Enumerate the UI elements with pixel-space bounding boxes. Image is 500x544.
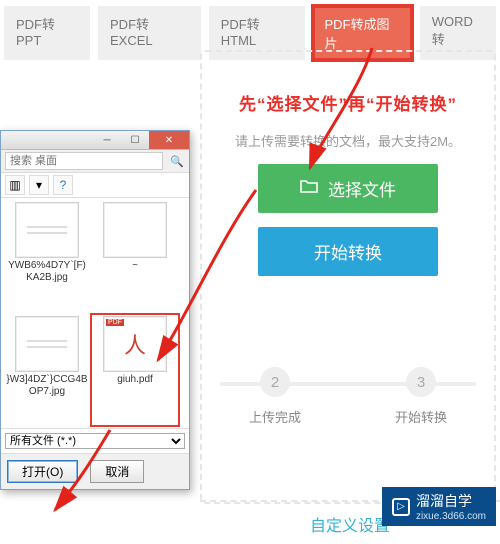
tab-pdf-to-ppt[interactable]: PDF转PPT bbox=[4, 6, 90, 60]
step-2-label: 上传完成 bbox=[249, 407, 301, 426]
view-help-button[interactable]: ? bbox=[53, 175, 73, 195]
search-icon: 🔍 bbox=[169, 153, 185, 169]
play-icon: ▷ bbox=[392, 498, 410, 516]
file-open-dialog: ─ ☐ ✕ 🔍 ▥ ▾ ? YWB6%4D7Y`[F)KA2B.jpg ~ }W… bbox=[0, 130, 190, 490]
upload-panel: 先“选择文件”再“开始转换” 请上传需要转换的文档，最大支持2M。 选择文件 开… bbox=[200, 50, 496, 504]
minimize-button[interactable]: ─ bbox=[93, 131, 121, 149]
close-button[interactable]: ✕ bbox=[149, 131, 189, 149]
step-3-number: 3 bbox=[406, 367, 436, 397]
helper-text: 请上传需要转换的文档，最大支持2M。 bbox=[202, 131, 494, 164]
instruction-text: 先“选择文件”再“开始转换” bbox=[202, 86, 494, 131]
dialog-search-bar: 🔍 bbox=[1, 150, 189, 173]
view-mode-button[interactable]: ▥ bbox=[5, 175, 25, 195]
tab-pdf-to-excel[interactable]: PDF转EXCEL bbox=[98, 6, 201, 60]
file-item-selected[interactable]: PDF 人 giuh.pdf bbox=[93, 316, 177, 424]
maximize-button[interactable]: ☐ bbox=[121, 131, 149, 149]
start-convert-button[interactable]: 开始转换 bbox=[258, 227, 438, 276]
cancel-button[interactable]: 取消 bbox=[90, 460, 144, 483]
dialog-buttons: 打开(O) 取消 bbox=[1, 453, 189, 489]
file-name: }W3]4DZ`}CCG4BOP7.jpg bbox=[5, 374, 89, 397]
watermark-brand: 溜溜自学 bbox=[416, 493, 472, 509]
step-3: 3 开始转换 bbox=[395, 367, 447, 426]
step-2: 2 上传完成 bbox=[249, 367, 301, 426]
step-indicator: 2 上传完成 3 开始转换 bbox=[202, 367, 494, 426]
view-options-button[interactable]: ▾ bbox=[29, 175, 49, 195]
file-thumb-icon bbox=[15, 202, 79, 258]
file-item[interactable]: ~ bbox=[93, 202, 177, 310]
file-list: YWB6%4D7Y`[F)KA2B.jpg ~ }W3]4DZ`}CCG4BOP… bbox=[1, 198, 189, 428]
file-name: giuh.pdf bbox=[117, 374, 153, 386]
dialog-view-toolbar: ▥ ▾ ? bbox=[1, 173, 189, 198]
choose-file-label: 选择文件 bbox=[328, 176, 396, 201]
file-name: YWB6%4D7Y`[F)KA2B.jpg bbox=[5, 260, 89, 283]
file-thumb-pdf-icon: PDF 人 bbox=[103, 316, 167, 372]
watermark-url: zixue.3d66.com bbox=[416, 511, 486, 522]
file-thumb-icon bbox=[15, 316, 79, 372]
dialog-titlebar: ─ ☐ ✕ bbox=[1, 131, 189, 150]
step-3-label: 开始转换 bbox=[395, 407, 447, 426]
file-name: ~ bbox=[132, 260, 138, 272]
file-item[interactable]: }W3]4DZ`}CCG4BOP7.jpg bbox=[5, 316, 89, 424]
file-thumb-icon bbox=[103, 202, 167, 258]
step-2-number: 2 bbox=[260, 367, 290, 397]
search-input[interactable] bbox=[5, 152, 163, 170]
file-type-filter-row: 所有文件 (*.*) bbox=[1, 428, 189, 453]
file-item[interactable]: YWB6%4D7Y`[F)KA2B.jpg bbox=[5, 202, 89, 310]
choose-file-button[interactable]: 选择文件 bbox=[258, 164, 438, 213]
watermark: ▷ 溜溜自学 zixue.3d66.com bbox=[382, 487, 496, 526]
start-convert-label: 开始转换 bbox=[314, 239, 382, 264]
open-button[interactable]: 打开(O) bbox=[7, 460, 78, 483]
file-type-filter[interactable]: 所有文件 (*.*) bbox=[5, 433, 185, 449]
folder-icon bbox=[300, 178, 318, 199]
